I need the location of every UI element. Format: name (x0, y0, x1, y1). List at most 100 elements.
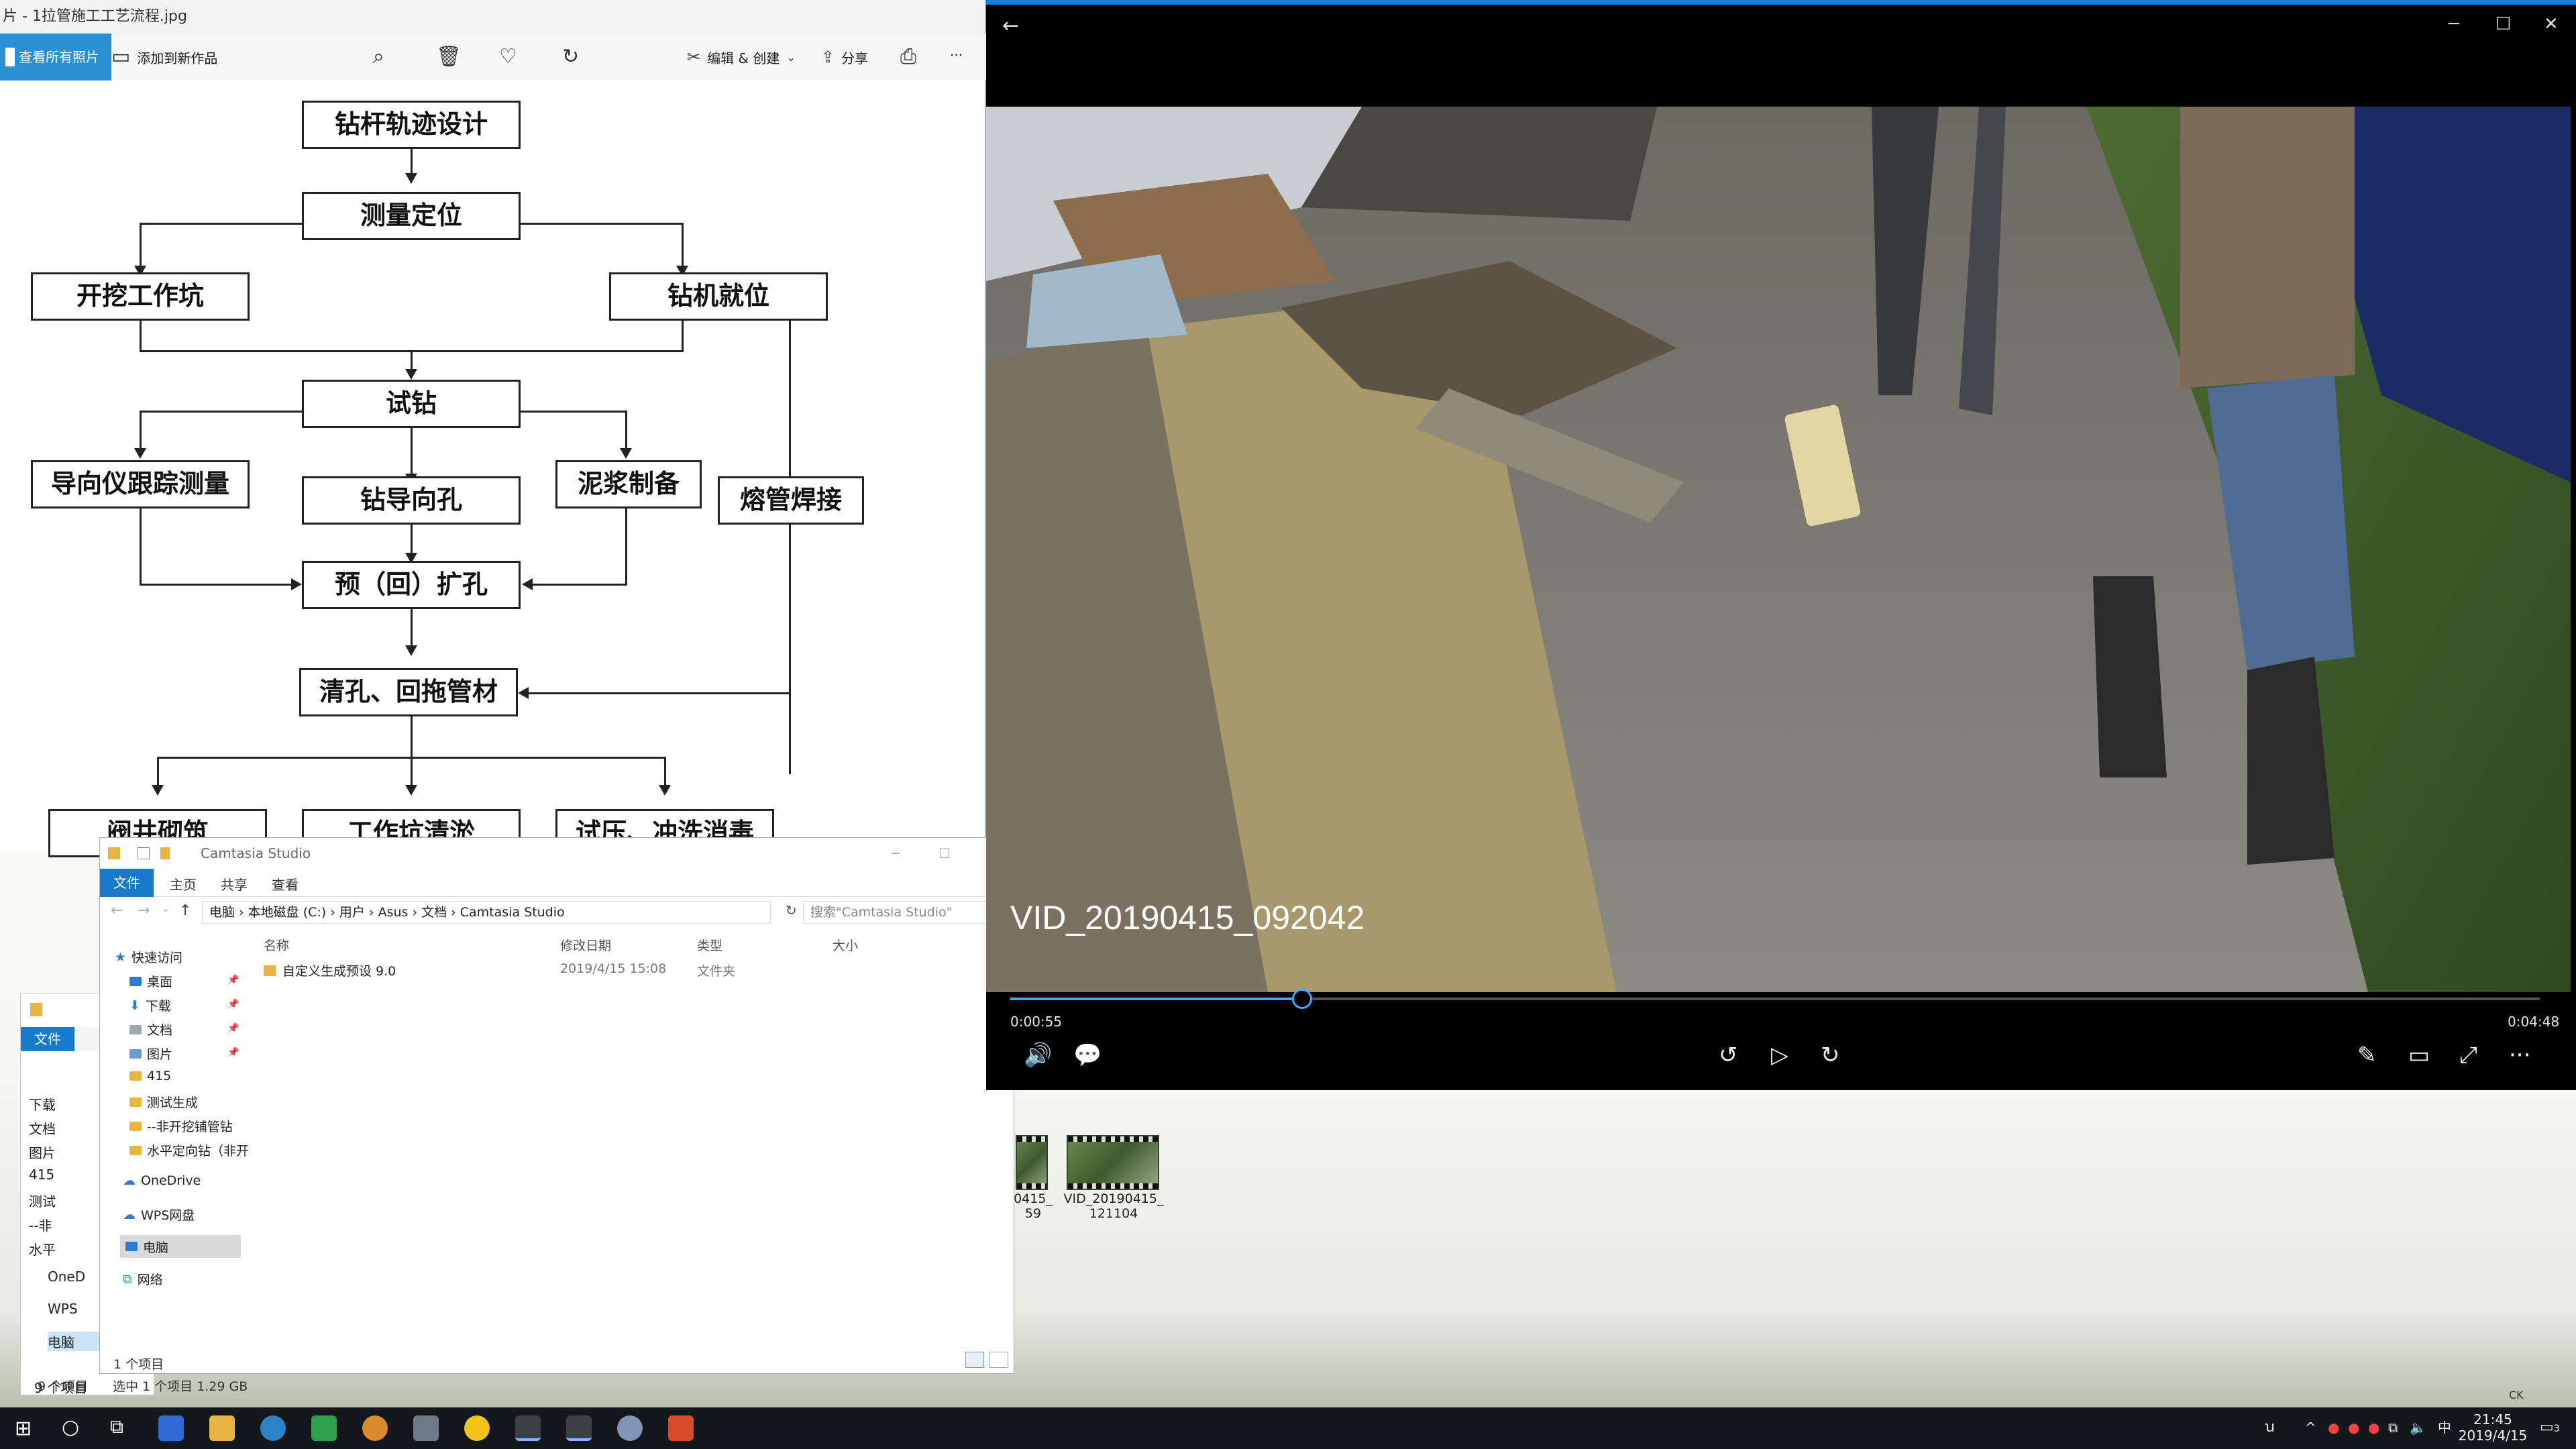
nav-item[interactable]: 文档 (29, 1118, 56, 1138)
forward-icon[interactable]: → (138, 902, 150, 919)
column-size[interactable]: 大小 (833, 936, 858, 954)
nav-pictures[interactable]: 图片 (129, 1044, 172, 1063)
tiles-view-icon[interactable] (989, 1352, 1008, 1368)
recent-icon[interactable]: ⌄ (162, 904, 170, 914)
nav-folder-415[interactable]: 415 (129, 1069, 171, 1083)
nav-item[interactable]: 图片 (29, 1142, 56, 1162)
skip-back-10-icon[interactable]: ↺ (1719, 1043, 1738, 1067)
back-arrow-icon[interactable]: ← (1002, 14, 1019, 38)
ime-icon[interactable]: ꭒ (2265, 1419, 2275, 1436)
nav-this-pc[interactable]: 电脑 (120, 1235, 241, 1258)
search-input[interactable]: 搜索"Camtasia Studio" (803, 901, 1012, 924)
minimize-button[interactable]: ─ (892, 838, 900, 869)
notification-icon[interactable]: ▭3 (2540, 1419, 2560, 1437)
nav-documents[interactable]: 文档 (129, 1020, 172, 1038)
rotate-button[interactable]: ↻ (562, 47, 579, 67)
up-icon[interactable]: ↑ (179, 902, 191, 919)
volume-icon[interactable]: 🔊 (1024, 1043, 1052, 1067)
tab-home[interactable]: 主页 (170, 874, 197, 894)
cortana-icon[interactable]: ○ (62, 1415, 79, 1439)
status-count: 1 个项目 (113, 1357, 164, 1372)
network-tray-icon[interactable]: ⧉ (2388, 1419, 2398, 1436)
maximize-button[interactable]: ☐ (2496, 14, 2511, 34)
refresh-icon[interactable]: ↻ (786, 902, 797, 918)
nav-wps[interactable]: WPS (48, 1301, 78, 1317)
orange-app-icon[interactable] (362, 1415, 388, 1441)
fullscreen-icon[interactable]: ⤢ (2459, 1043, 2477, 1067)
nav-desktop[interactable]: 桌面 (129, 972, 172, 990)
start-icon[interactable]: ⊞ (15, 1417, 32, 1440)
desktop-app-icon[interactable] (158, 1415, 184, 1441)
green-app-icon[interactable] (311, 1415, 337, 1441)
nav-folder-hdd[interactable]: 水平定向钻（非开 (129, 1141, 249, 1159)
nav-wps[interactable]: ☁ WPS网盘 (123, 1205, 195, 1224)
favorite-button[interactable]: ♡ (499, 47, 517, 67)
details-view-icon[interactable] (965, 1352, 984, 1368)
column-modified[interactable]: 修改日期 (560, 936, 611, 954)
add-to-creation-button[interactable]: ▭ 添加到新作品 (111, 47, 217, 67)
volume-tray-icon[interactable]: 🔈 (2410, 1419, 2426, 1436)
nav-item[interactable]: 下载 (29, 1094, 56, 1114)
nav-folder-test[interactable]: 测试生成 (129, 1093, 198, 1111)
more-options-icon[interactable]: ··· (2509, 1043, 2530, 1067)
task-view-icon[interactable]: ⧉ (110, 1415, 123, 1438)
nav-item[interactable]: 水平 (29, 1239, 56, 1258)
edit-pencil-icon[interactable]: ✎ (2357, 1043, 2377, 1067)
tray-icon[interactable]: ● (2328, 1419, 2339, 1436)
tray-expand-icon[interactable]: ^ (2305, 1419, 2316, 1436)
seek-bar[interactable] (1010, 989, 2540, 1009)
gray-app-icon[interactable] (413, 1415, 439, 1441)
video-thumbnail[interactable] (1067, 1135, 1159, 1190)
camtasia-icon[interactable] (668, 1415, 694, 1441)
column-name[interactable]: 名称 (264, 936, 289, 954)
nav-onedrive[interactable]: OneD (48, 1269, 85, 1285)
address-input[interactable]: 电脑 › 本地磁盘 (C:) › 用户 › Asus › 文档 › Camtas… (202, 901, 771, 924)
zoom-button[interactable]: ⌕ (373, 47, 384, 67)
pin-icon: 📌 (227, 975, 239, 985)
photos-app-icon[interactable] (566, 1415, 592, 1441)
mini-view-icon[interactable]: ▭ (2408, 1043, 2430, 1067)
new-folder-icon[interactable] (160, 847, 170, 859)
nav-folder-nondig[interactable]: --非开挖铺管钻 (129, 1117, 233, 1135)
video-frame[interactable] (986, 107, 2571, 992)
seek-thumb[interactable] (1292, 989, 1313, 1009)
edit-create-button[interactable]: ✂ 编辑 & 创建 ⌄ (687, 47, 796, 67)
minimize-button[interactable]: ─ (2449, 14, 2459, 34)
share-button[interactable]: ⇪ 分享 (821, 47, 868, 67)
paint-app-icon[interactable] (617, 1415, 643, 1441)
delete-button[interactable]: 🗑 (436, 47, 462, 67)
file-explorer-icon[interactable] (209, 1415, 235, 1441)
tab-file[interactable]: 文件 (100, 869, 154, 897)
properties-icon[interactable] (138, 847, 150, 859)
tab-share[interactable]: 共享 (221, 874, 248, 894)
print-button[interactable]: ⎙ (900, 47, 916, 67)
see-all-photos-button[interactable]: 查看所有照片 (0, 34, 111, 80)
browser-icon[interactable] (260, 1415, 286, 1441)
file-row[interactable]: 自定义生成预设 9.0 2019/4/15 15:08 文件夹 (264, 961, 1002, 983)
more-button[interactable]: ··· (950, 47, 963, 63)
nav-item[interactable]: 415 (29, 1167, 54, 1183)
tray-icon[interactable]: ● (2368, 1419, 2379, 1436)
nav-item[interactable]: --非 (29, 1215, 52, 1234)
movies-tv-icon[interactable] (515, 1415, 541, 1441)
yellow-app-icon[interactable] (464, 1415, 490, 1441)
play-icon[interactable]: ▷ (1771, 1043, 1788, 1067)
nav-downloads[interactable]: ⬇ 下载 (129, 996, 171, 1014)
close-button[interactable]: ✕ (2544, 14, 2559, 34)
nav-onedrive[interactable]: ☁ OneDrive (123, 1173, 201, 1188)
nav-item[interactable]: 测试 (29, 1191, 56, 1210)
column-type[interactable]: 类型 (697, 936, 722, 954)
file-tab[interactable]: 文件 (21, 1027, 74, 1051)
ime-toolbar[interactable]: CK (2509, 1389, 2524, 1401)
maximize-button[interactable]: ☐ (938, 838, 951, 869)
tray-icon[interactable]: ● (2348, 1419, 2359, 1436)
clock[interactable]: 21:45 2019/4/15 (2453, 1411, 2533, 1444)
nav-network[interactable]: ⧉ 网络 (123, 1270, 163, 1288)
tab-view[interactable]: 查看 (272, 874, 299, 894)
nav-quick-access[interactable]: ★ 快速访问 (115, 948, 182, 966)
skip-forward-30-icon[interactable]: ↻ (1821, 1043, 1840, 1067)
captions-icon[interactable]: 💬 (1073, 1043, 1102, 1067)
lang-icon[interactable]: 中 (2438, 1419, 2451, 1436)
back-icon[interactable]: ← (111, 902, 123, 919)
video-thumbnail[interactable] (1016, 1135, 1048, 1190)
